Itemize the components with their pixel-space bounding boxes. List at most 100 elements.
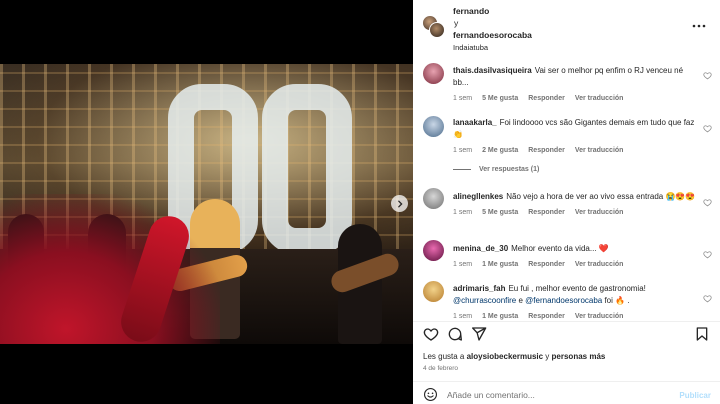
comment-likes[interactable]: 2 Me gusta [482, 147, 518, 154]
author-username[interactable]: fernando [453, 5, 532, 17]
reply-button[interactable]: Responder [528, 209, 565, 216]
like-button[interactable] [423, 326, 439, 342]
comment-username[interactable]: adrimaris_fah [453, 284, 505, 293]
comment-username[interactable]: alinegllenkes [453, 192, 503, 201]
comment-time[interactable]: 1 sem [453, 147, 472, 154]
avatar[interactable] [423, 281, 444, 302]
comment-like-button[interactable] [703, 124, 712, 133]
reply-button[interactable]: Responder [528, 147, 565, 154]
comment-body: thais.dasilvasiqueira Vai ser o melhor pq… [453, 65, 699, 105]
heart-icon [703, 199, 712, 207]
divider [413, 381, 720, 382]
comment-username[interactable]: lanaakarla_ [453, 118, 497, 127]
comment-likes[interactable]: 5 Me gusta [482, 95, 518, 102]
comment-mention[interactable]: @fernandoesorocaba [525, 296, 602, 305]
heart-icon [423, 328, 439, 341]
save-button[interactable] [694, 326, 710, 342]
next-media-button[interactable] [391, 195, 408, 212]
add-comment-input[interactable] [447, 387, 667, 403]
comment-like-button[interactable] [703, 71, 712, 80]
comment-username[interactable]: thais.dasilvasiqueira [453, 66, 532, 75]
reply-button[interactable]: Responder [528, 313, 565, 320]
post-header: fernando y fernandoesorocaba Indaiatuba [413, 0, 720, 52]
comment-list[interactable]: thais.dasilvasiqueira Vai ser o melhor pq… [413, 58, 720, 320]
comment-body: lanaakarla_ Foi lindoooo vcs são Gigantes… [453, 117, 699, 157]
heart-icon [703, 72, 712, 80]
avatar[interactable] [423, 188, 444, 209]
comment-like-button[interactable] [703, 198, 712, 207]
author-username[interactable]: fernandoesorocaba [453, 29, 532, 41]
post-media [0, 0, 413, 404]
comment-text: e [516, 296, 526, 305]
stage-letter-right [262, 84, 352, 254]
comment-button[interactable] [447, 326, 463, 342]
chevron-right-icon [397, 200, 403, 207]
publish-button[interactable]: Publicar [679, 391, 711, 400]
comment-time[interactable]: 1 sem [453, 209, 472, 216]
comment-body: menina_de_30 Melhor evento da vida... ❤️ … [453, 243, 699, 271]
comment-meta: 1 sem 1 Me gusta Responder Ver traducción [453, 311, 699, 320]
comment-text: foi 🔥 . [602, 296, 630, 305]
comment-meta: 1 sem 1 Me gusta Responder Ver traducción [453, 259, 699, 271]
comment-time[interactable]: 1 sem [453, 313, 472, 320]
translate-button[interactable]: Ver traducción [575, 147, 624, 154]
comment-likes[interactable]: 1 Me gusta [482, 261, 518, 268]
more-options-button[interactable] [692, 20, 706, 30]
comment-like-button[interactable] [703, 250, 712, 259]
avatar[interactable] [423, 63, 444, 84]
view-replies-button[interactable]: Ver respuestas (1) [453, 166, 539, 173]
comment-icon [448, 327, 462, 341]
comment-meta: 1 sem 5 Me gusta Responder Ver traducción [453, 93, 699, 105]
comment-text: Não vejo a hora de ver ao vivo essa entr… [506, 192, 696, 201]
comment-text: Melhor evento da vida... ❤️ [511, 244, 609, 253]
translate-button[interactable]: Ver traducción [575, 313, 624, 320]
bookmark-icon [696, 327, 708, 341]
post-authors: fernando y fernandoesorocaba Indaiatuba [453, 5, 532, 54]
comment-mention[interactable]: @churrascoonfire [453, 296, 516, 305]
post-location[interactable]: Indaiatuba [453, 42, 532, 54]
author-conjunction: y [454, 18, 459, 28]
translate-button[interactable]: Ver traducción [575, 209, 624, 216]
likes-user[interactable]: aloysiobeckermusic [467, 352, 543, 361]
likes-summary[interactable]: Les gusta a aloysiobeckermusic y persona… [423, 352, 605, 361]
comment-time[interactable]: 1 sem [453, 95, 472, 102]
comment-like-button[interactable] [703, 294, 712, 303]
heart-icon [703, 125, 712, 133]
reply-button[interactable]: Responder [528, 261, 565, 268]
emoji-icon [424, 388, 437, 401]
likes-prefix: Les gusta a [423, 352, 467, 361]
comment-body: alinegllenkes Não vejo a hora de ver ao v… [453, 191, 699, 219]
likes-mid: y [543, 352, 552, 361]
comment-likes[interactable]: 5 Me gusta [482, 209, 518, 216]
avatar[interactable] [423, 240, 444, 261]
likes-others[interactable]: personas más [552, 352, 606, 361]
comment-username[interactable]: menina_de_30 [453, 244, 508, 253]
post-actions [413, 324, 720, 344]
comment-body: adrimaris_fah Eu fui , melhor evento de g… [453, 283, 699, 320]
post-photo[interactable] [0, 64, 413, 344]
comment-time[interactable]: 1 sem [453, 261, 472, 268]
post-side-panel: fernando y fernandoesorocaba Indaiatuba … [413, 0, 720, 404]
comment-meta: 1 sem 2 Me gusta Responder Ver traducción [453, 145, 699, 157]
avatar[interactable] [423, 116, 444, 137]
heart-icon [703, 251, 712, 259]
instagram-post-window: fernando y fernandoesorocaba Indaiatuba … [0, 0, 720, 404]
comment-likes[interactable]: 1 Me gusta [482, 313, 518, 320]
share-icon [472, 327, 487, 341]
avatar[interactable] [429, 22, 445, 38]
post-date[interactable]: 4 de febrero [423, 365, 458, 372]
replies-line [453, 169, 471, 170]
translate-button[interactable]: Ver traducción [575, 95, 624, 102]
translate-button[interactable]: Ver traducción [575, 261, 624, 268]
comment-text: Eu fui , melhor evento de gastronomia! [508, 284, 646, 293]
share-button[interactable] [471, 326, 487, 342]
collab-avatars[interactable] [422, 15, 446, 39]
heart-icon [703, 295, 712, 303]
crowd-lights [0, 194, 220, 344]
comment-meta: 1 sem 5 Me gusta Responder Ver traducción [453, 207, 699, 219]
add-comment-bar: Publicar [413, 383, 720, 404]
view-replies-label: Ver respuestas (1) [479, 166, 540, 173]
reply-button[interactable]: Responder [528, 95, 565, 102]
divider [413, 321, 720, 322]
emoji-button[interactable] [423, 387, 438, 402]
